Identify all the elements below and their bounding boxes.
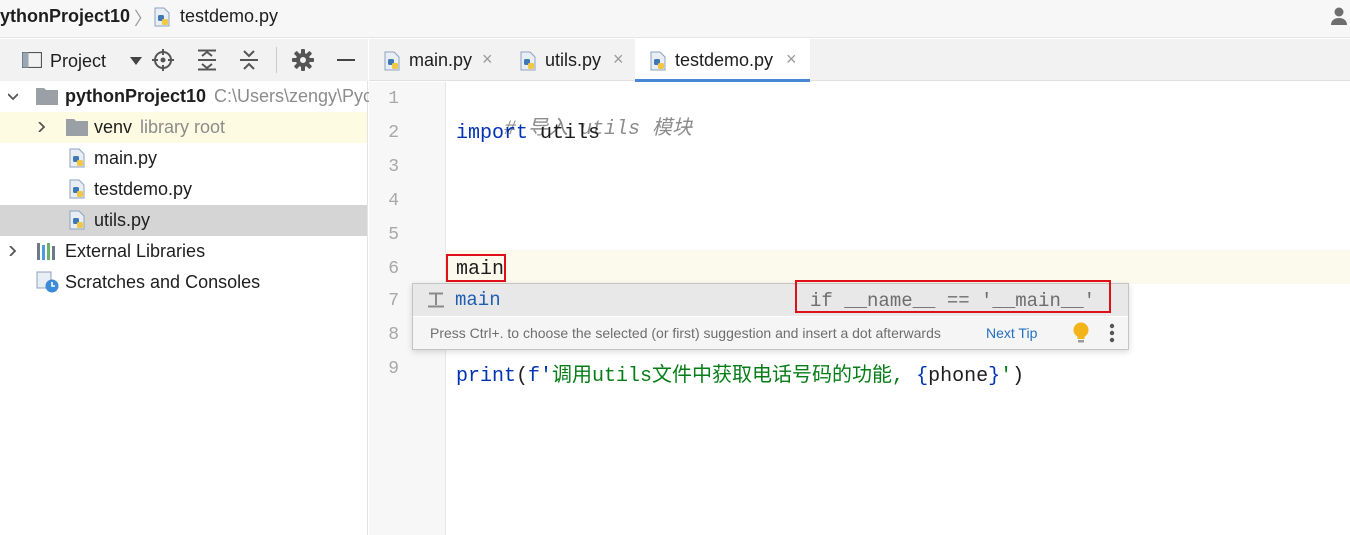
typed-text-highlight-box bbox=[446, 254, 506, 282]
completion-item-main[interactable]: main if __name__ == '__main__' bbox=[413, 280, 1128, 316]
next-tip-link[interactable]: Next Tip bbox=[986, 325, 1037, 341]
tab-label: testdemo.py bbox=[675, 50, 774, 70]
tab-main-py[interactable]: main.py × bbox=[369, 39, 505, 81]
project-toolbar: Project bbox=[0, 39, 368, 81]
close-icon[interactable]: × bbox=[482, 49, 493, 70]
chevron-right-icon[interactable] bbox=[37, 122, 47, 132]
scratches-icon bbox=[36, 271, 59, 293]
python-file-icon bbox=[154, 7, 170, 27]
tree-item-path: C:\Users\zengy\Pyc bbox=[214, 86, 373, 106]
line-number: 9 bbox=[388, 359, 399, 379]
current-line-highlight bbox=[447, 250, 1350, 284]
tree-item-utils-py[interactable]: utils.py bbox=[0, 205, 367, 236]
close-icon[interactable]: × bbox=[786, 49, 797, 70]
python-file-icon bbox=[69, 210, 85, 230]
navigation-bar: ythonProject10 〉 testdemo.py bbox=[0, 0, 1350, 38]
python-file-icon bbox=[69, 179, 85, 199]
tree-item-label: venv bbox=[94, 117, 133, 137]
completion-popup: main if __name__ == '__main__' Press Ctr… bbox=[412, 280, 1129, 350]
tree-item-external-libraries[interactable]: External Libraries bbox=[0, 236, 367, 267]
live-template-icon bbox=[428, 292, 444, 308]
library-icon bbox=[37, 243, 55, 260]
code-paren: ) bbox=[1012, 365, 1025, 388]
python-file-icon bbox=[520, 51, 536, 71]
python-file-icon bbox=[384, 51, 400, 71]
tree-item-label: External Libraries bbox=[65, 241, 206, 261]
python-file-icon bbox=[650, 51, 666, 71]
code-brace: } bbox=[988, 365, 1001, 388]
tree-item-label: pythonProject10 bbox=[65, 86, 207, 106]
folder-icon bbox=[36, 88, 58, 105]
collapse-all-icon[interactable] bbox=[238, 49, 260, 71]
toolbar-divider bbox=[276, 47, 277, 73]
tab-testdemo-py[interactable]: testdemo.py × bbox=[635, 39, 810, 82]
chevron-right-icon[interactable] bbox=[8, 246, 18, 256]
completion-highlight-box bbox=[795, 280, 1111, 313]
gear-icon[interactable] bbox=[292, 49, 314, 71]
tree-item-testdemo-py[interactable]: testdemo.py bbox=[0, 174, 367, 205]
project-view-dropdown-icon[interactable] bbox=[130, 57, 142, 65]
breadcrumb-project[interactable]: ythonProject10 bbox=[0, 6, 130, 27]
folder-icon bbox=[66, 119, 88, 136]
tree-item-label: Scratches and Consoles bbox=[65, 272, 261, 292]
tab-label: main.py bbox=[409, 50, 473, 70]
tab-label: utils.py bbox=[545, 50, 602, 70]
tree-item-main-py[interactable]: main.py bbox=[0, 143, 367, 174]
tree-item-hint: library root bbox=[140, 117, 226, 137]
user-icon[interactable] bbox=[1331, 7, 1350, 25]
line-number: 7 bbox=[388, 291, 399, 311]
code-line-2: import utils bbox=[456, 122, 600, 145]
tree-item-venv[interactable]: venv library root bbox=[0, 112, 367, 143]
tree-item-label: testdemo.py bbox=[94, 179, 193, 199]
more-options-icon[interactable] bbox=[1109, 323, 1115, 343]
code-keyword: import bbox=[456, 122, 529, 145]
line-number: 5 bbox=[388, 225, 399, 245]
line-number: 2 bbox=[388, 123, 399, 143]
completion-footer: Press Ctrl+. to choose the selected (or … bbox=[413, 317, 1128, 349]
code-variable: phone bbox=[928, 365, 989, 388]
code-module: utils bbox=[528, 122, 601, 145]
line-number: 4 bbox=[388, 191, 399, 211]
tree-item-label: utils.py bbox=[94, 210, 151, 230]
chevron-down-icon[interactable] bbox=[8, 92, 18, 102]
tree-item-project-root[interactable]: pythonProject10 C:\Users\zengy\Pyc bbox=[0, 81, 372, 112]
hide-panel-icon[interactable] bbox=[337, 59, 355, 61]
tab-utils-py[interactable]: utils.py × bbox=[505, 39, 635, 81]
lightbulb-icon[interactable] bbox=[1072, 322, 1090, 344]
completion-help-text: Press Ctrl+. to choose the selected (or … bbox=[430, 325, 941, 341]
code-line-9: print(f'调用utils文件中获取电话号码的功能, {phone}') bbox=[456, 358, 1024, 388]
breadcrumb-file[interactable]: testdemo.py bbox=[180, 6, 278, 27]
line-number: 6 bbox=[388, 259, 399, 279]
line-number: 8 bbox=[388, 325, 399, 345]
project-view-title[interactable]: Project bbox=[50, 51, 106, 72]
line-number: 1 bbox=[388, 89, 399, 109]
line-number: 3 bbox=[388, 157, 399, 177]
project-tool-window: Project pythonProject10 C:\Users\zengy\P… bbox=[0, 39, 372, 535]
breadcrumb-separator: 〉 bbox=[134, 9, 152, 29]
code-fstring-prefix: f' bbox=[528, 365, 553, 388]
project-window-icon bbox=[22, 52, 42, 68]
code-string: 调用utils文件中获取电话号码的功能, bbox=[552, 365, 917, 388]
code-paren: ( bbox=[516, 365, 529, 388]
code-brace: { bbox=[916, 365, 929, 388]
tree-item-label: main.py bbox=[94, 148, 158, 168]
locate-icon[interactable] bbox=[152, 49, 174, 71]
editor-tabs: main.py × utils.py × testdemo.py × bbox=[369, 39, 1350, 82]
python-file-icon bbox=[69, 148, 85, 168]
completion-name: main bbox=[455, 289, 501, 311]
expand-all-icon[interactable] bbox=[196, 49, 218, 71]
close-icon[interactable]: × bbox=[613, 49, 624, 70]
code-quote: ' bbox=[1000, 365, 1013, 388]
code-function: print bbox=[456, 365, 517, 388]
tree-item-scratches[interactable]: Scratches and Consoles bbox=[0, 267, 367, 298]
